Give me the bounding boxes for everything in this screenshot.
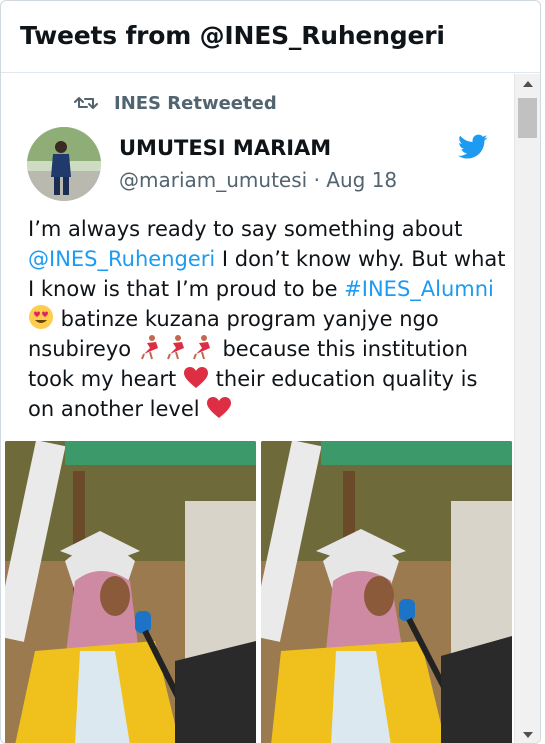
tweet-line-2-text: I don’t know why. But what (215, 247, 506, 271)
red-heart-emoji (183, 367, 208, 388)
arrow-down-icon (523, 732, 533, 738)
tweet-date[interactable]: Aug 18 (326, 168, 397, 192)
tweet-line-6: took my heart their education quality is (28, 364, 498, 394)
tweet-line-7-text: on another level (28, 397, 207, 421)
graduation-photo-1 (5, 441, 256, 743)
author-meta: @mariam_umutesi · Aug 18 (119, 168, 397, 192)
scroll-up-button[interactable] (515, 74, 540, 94)
tweet-line-4: batinze kuzana program yanjye ngo (28, 304, 498, 334)
avatar[interactable] (27, 127, 101, 201)
tweet-line-3: I know is that I’m proud to be #INES_Alu… (28, 274, 498, 304)
twitter-bird-icon[interactable] (458, 134, 488, 160)
avatar-image (27, 127, 101, 201)
dancer-emoji (140, 335, 158, 360)
twitter-embed-widget: Tweets from @INES_Ruhengeri INES Retweet… (0, 0, 541, 744)
tweet-line-5-text-a: nsubireyo (28, 337, 138, 361)
dancer-emoji (192, 335, 210, 360)
dancer-emoji (166, 335, 184, 360)
tweet-line-6-text-b: their education quality is (208, 367, 478, 391)
tweet-line-6-text-a: took my heart (28, 367, 183, 391)
widget-header: Tweets from @INES_Ruhengeri (1, 1, 540, 73)
tweet-line-5-text-b: because this institution (215, 337, 468, 361)
retweet-label[interactable]: INES Retweeted (114, 93, 277, 114)
author-handle[interactable]: @mariam_umutesi (119, 168, 307, 192)
tweet-line-1: I’m always ready to say something about (28, 217, 463, 241)
arrow-up-icon (523, 81, 533, 87)
red-heart-emoji (207, 397, 232, 418)
widget-title[interactable]: Tweets from @INES_Ruhengeri (20, 21, 445, 50)
tweet-text: I’m always ready to say something about … (28, 214, 506, 424)
tweet-line-4-text: batinze kuzana program yanjye ngo (54, 307, 439, 331)
scroll-thumb[interactable] (518, 98, 537, 138)
mention-link[interactable]: @INES_Ruhengeri (28, 247, 215, 271)
tweet-photo-2[interactable] (261, 441, 512, 743)
author-name[interactable]: UMUTESI MARIAM (119, 136, 331, 160)
scroll-down-button[interactable] (515, 725, 540, 743)
vertical-scrollbar[interactable] (514, 74, 540, 743)
graduation-photo-2 (261, 441, 512, 743)
meta-separator: · (313, 168, 320, 192)
tweet-line-5: nsubireyo because this institution (28, 334, 498, 364)
tweet-line-2: @INES_Ruhengeri I don’t know why. But wh… (28, 244, 506, 274)
heart-eyes-emoji (29, 305, 53, 329)
tweet-photo-1[interactable] (5, 441, 256, 743)
tweet-line-7: on another level (28, 394, 498, 424)
tweet-timeline[interactable]: INES Retweeted UMUTESI MARIAM @mariam_um… (2, 74, 514, 743)
hashtag-link[interactable]: #INES_Alumni (344, 277, 494, 301)
tweet-line-3-text: I know is that I’m proud to be (28, 277, 345, 301)
tweet-media (5, 441, 512, 743)
retweet-icon (74, 97, 98, 109)
